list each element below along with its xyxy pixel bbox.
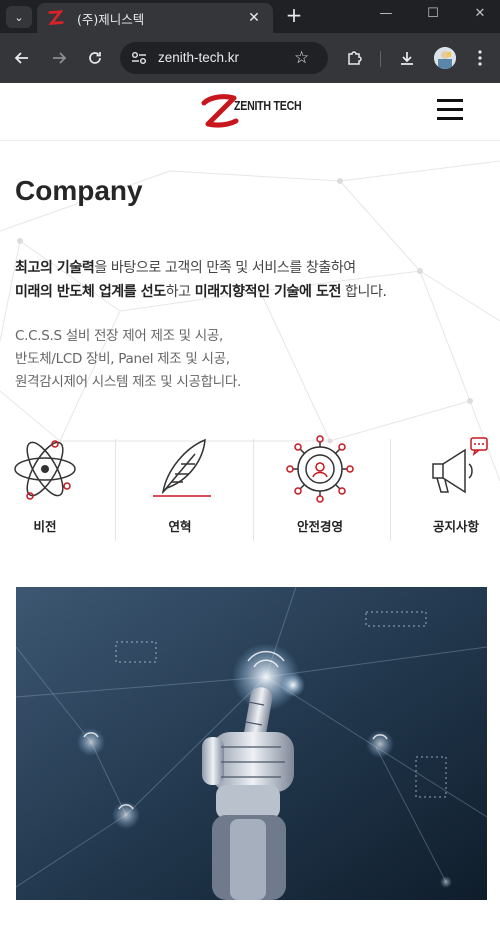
tune-icon[interactable] — [131, 51, 147, 65]
hero-image — [16, 587, 487, 900]
intro-text-part: 하고 — [165, 284, 195, 300]
minimize-icon[interactable]: — — [372, 6, 400, 21]
menu-label: 연혁 — [168, 519, 192, 534]
intro-highlight: 미래의 반도체 업계를 선도 — [15, 284, 166, 300]
atom-icon — [14, 440, 76, 500]
kebab-menu-icon[interactable] — [469, 47, 491, 69]
menu-item-history[interactable]: 연혁 — [120, 434, 240, 546]
megaphone-icon — [432, 437, 488, 494]
menu-label: 공지사항 — [432, 519, 479, 534]
browser-tab[interactable]: (주)제니스텍 ✕ — [37, 3, 273, 33]
tab-title: (주)제니스텍 — [77, 11, 145, 27]
intro-text: 최고의 기술력을 바탕으로 고객의 만족 및 서비스를 창출하여 미래의 반도체… — [15, 256, 387, 304]
intro-highlight: 최고의 기술력 — [15, 260, 95, 276]
url-text: zenith-tech.kr — [158, 50, 240, 65]
menu-item-notice[interactable]: 공지사항 — [396, 434, 500, 546]
company-section: Company 최고의 기술력을 바탕으로 고객의 만족 및 서비스를 창출하여… — [0, 141, 500, 948]
description-line: C.C.S.S 설비 전장 제어 제조 및 시공, — [15, 328, 224, 344]
chevron-down-icon[interactable]: ⌄ — [6, 6, 32, 28]
close-icon[interactable]: ✕ — [245, 10, 263, 26]
business-description: C.C.S.S 설비 전장 제어 제조 및 시공, 반도체/LCD 장비, Pa… — [15, 325, 241, 394]
address-bar[interactable]: zenith-tech.kr ☆ — [120, 42, 328, 74]
menu-divider — [115, 439, 116, 541]
forward-arrow-icon[interactable] — [48, 47, 70, 69]
menu-label: 안전경영 — [296, 519, 343, 534]
menu-divider — [390, 439, 391, 541]
browser-tabstrip: ⌄ (주)제니스텍 ✕ + — ☐ ✕ — [0, 0, 500, 33]
menu-item-vision[interactable]: 비전 — [0, 434, 105, 546]
page-title: Company — [15, 175, 143, 206]
feather-icon — [153, 438, 211, 497]
toolbar-separator — [380, 51, 381, 67]
zenith-favicon-icon — [48, 10, 64, 25]
intro-text-part: 합니다. — [340, 284, 387, 300]
intro-text-part: 을 바탕으로 고객의 만족 및 서비스를 창출하여 — [94, 260, 356, 276]
back-arrow-icon[interactable] — [11, 47, 33, 69]
hamburger-menu-icon[interactable] — [437, 99, 463, 121]
menu-label: 비전 — [33, 519, 57, 534]
window-close-icon[interactable]: ✕ — [466, 6, 494, 21]
maximize-icon[interactable]: ☐ — [419, 6, 447, 21]
avatar[interactable] — [434, 47, 456, 69]
menu-divider — [253, 439, 254, 541]
description-line: 원격감시제어 시스템 제조 및 시공합니다. — [15, 374, 241, 390]
robot-hand-image — [16, 587, 487, 900]
site-header: ZENITH TECH — [0, 83, 500, 141]
puzzle-icon[interactable] — [343, 47, 365, 69]
intro-highlight: 미래지향적인 기술에 도전 — [194, 284, 342, 300]
download-icon[interactable] — [396, 47, 418, 69]
logo-text: ZENITH TECH — [234, 99, 302, 113]
browser-toolbar: zenith-tech.kr ☆ — [0, 33, 500, 83]
reload-icon[interactable] — [84, 47, 106, 69]
description-line: 반도체/LCD 장비, Panel 제조 및 시공, — [15, 351, 230, 367]
menu-item-safety[interactable]: 안전경영 — [260, 434, 380, 546]
company-menu: 비전 연혁 안전경영 공지사항 — [0, 434, 500, 546]
plus-icon[interactable]: + — [283, 3, 305, 27]
star-icon[interactable]: ☆ — [294, 48, 309, 68]
safety-gear-icon — [286, 435, 354, 503]
logo[interactable]: ZENITH TECH — [198, 91, 313, 131]
